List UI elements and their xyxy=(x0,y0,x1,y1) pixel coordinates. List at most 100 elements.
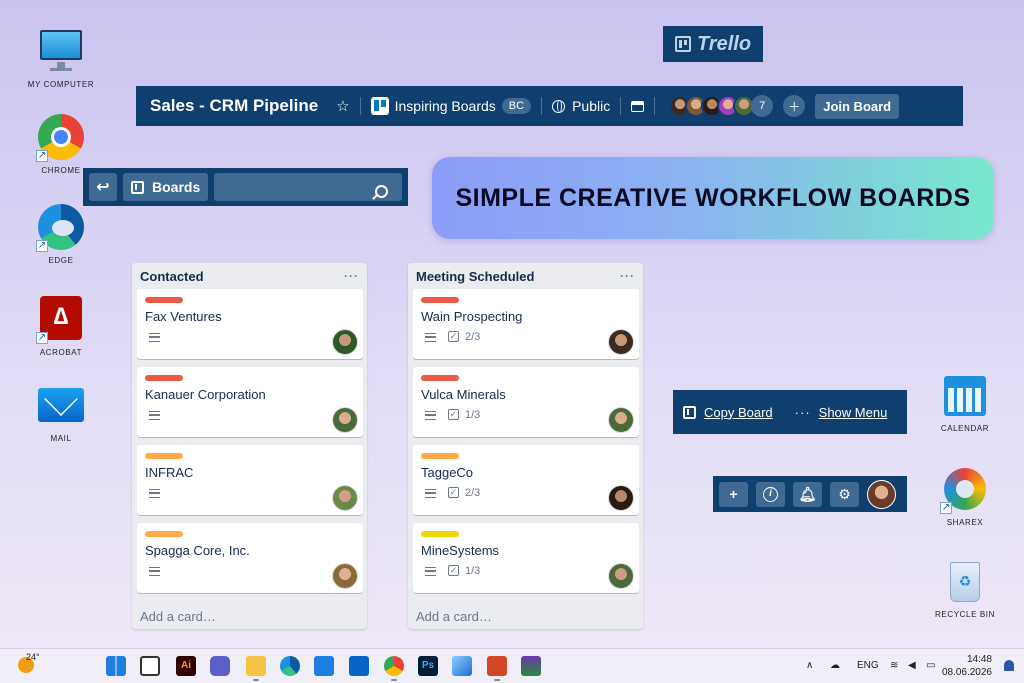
cloud-icon[interactable]: ☁ xyxy=(830,660,840,671)
windows-icon[interactable] xyxy=(106,656,126,676)
card-label[interactable] xyxy=(145,297,183,303)
list-title[interactable]: Contacted xyxy=(140,269,204,284)
card[interactable]: Fax Ventures xyxy=(137,289,363,359)
store-icon[interactable] xyxy=(314,656,334,676)
desktop-icon-chrome[interactable]: ↗ CHROME xyxy=(21,114,101,175)
chrome-icon[interactable] xyxy=(384,656,404,681)
avatar[interactable] xyxy=(332,563,358,589)
invite-member-icon[interactable]: ＋ xyxy=(783,95,806,117)
visibility-button[interactable]: Public xyxy=(572,98,610,114)
bell-icon: 🔔︎ xyxy=(798,485,817,502)
list-contacted: Contacted ··· Fax Ventures Kanauer Corpo… xyxy=(132,263,367,629)
board-header: Sales - CRM Pipeline ☆ Inspiring Boards … xyxy=(136,86,963,126)
edge-icon[interactable] xyxy=(280,656,300,676)
notifications-button[interactable]: 🔔︎ xyxy=(793,481,822,507)
avatar[interactable] xyxy=(608,485,634,511)
card[interactable]: MineSystems ✓ 1/3 xyxy=(413,523,639,593)
checklist-icon: ✓ xyxy=(448,565,459,576)
description-icon xyxy=(149,567,160,576)
back-button[interactable]: ↩ xyxy=(89,173,117,201)
member-count-badge[interactable]: 7 xyxy=(751,95,774,117)
desktop-icon-sharex[interactable]: ↗ SHAREX xyxy=(925,466,1005,527)
add-card-button[interactable]: Add a card… xyxy=(408,601,643,631)
plus-icon: + xyxy=(729,486,738,502)
list-menu-button[interactable]: ··· xyxy=(620,269,635,283)
clock[interactable]: 14:48 08.06.2026 xyxy=(942,653,992,679)
list-title[interactable]: Meeting Scheduled xyxy=(416,269,534,284)
illustrator-icon[interactable]: Ai xyxy=(176,656,196,676)
card-label[interactable] xyxy=(421,531,459,537)
sharex-icon: ↗ xyxy=(940,466,988,514)
add-button[interactable]: + xyxy=(719,481,748,507)
card[interactable]: Wain Prospecting ✓ 2/3 xyxy=(413,289,639,359)
language-indicator[interactable]: ENG xyxy=(857,660,879,671)
desktop-icon-label: MAIL xyxy=(50,434,72,443)
card-label[interactable] xyxy=(145,375,183,381)
desktop-icon-acrobat[interactable]: ∆ ↗ ACROBAT xyxy=(21,296,101,357)
clock-date: 08.06.2026 xyxy=(941,667,992,678)
teams-icon[interactable] xyxy=(210,656,230,676)
card-label[interactable] xyxy=(421,453,459,459)
card-label[interactable] xyxy=(145,453,183,459)
desktop-icon-recycle-bin[interactable]: ♻ RECYCLE BIN xyxy=(925,558,1005,619)
chevron-up-icon[interactable]: ∧ xyxy=(806,660,813,671)
description-icon xyxy=(425,489,436,498)
card[interactable]: Kanauer Corporation xyxy=(137,367,363,437)
list-header: Contacted ··· xyxy=(132,263,367,289)
card-title: Wain Prospecting xyxy=(421,309,523,324)
terminal-icon[interactable] xyxy=(140,656,160,676)
card[interactable]: Spagga Core, Inc. xyxy=(137,523,363,593)
join-board-button[interactable]: Join Board xyxy=(815,93,900,119)
avatar[interactable] xyxy=(608,329,634,355)
card[interactable]: TaggeCo ✓ 2/3 xyxy=(413,445,639,515)
settings-button[interactable]: ⚙ xyxy=(830,481,859,507)
photos-icon[interactable] xyxy=(452,656,472,676)
media-icon[interactable] xyxy=(521,656,541,676)
card-title: Vulca Minerals xyxy=(421,387,506,402)
workspace-name[interactable]: Inspiring Boards xyxy=(395,98,496,114)
info-icon: i xyxy=(763,486,778,502)
list-menu-button[interactable]: ··· xyxy=(344,269,359,283)
card-label[interactable] xyxy=(145,531,183,537)
avatar[interactable] xyxy=(332,329,358,355)
card-title: Fax Ventures xyxy=(145,309,222,324)
boards-button[interactable]: Boards xyxy=(123,173,209,201)
wifi-icon[interactable]: ≋ xyxy=(890,660,898,671)
avatar[interactable] xyxy=(608,407,634,433)
avatar[interactable] xyxy=(608,563,634,589)
info-button[interactable]: i xyxy=(756,481,785,507)
copy-board-link[interactable]: Copy Board xyxy=(704,405,773,420)
notification-bell-icon[interactable] xyxy=(1004,660,1014,671)
avatar[interactable] xyxy=(332,407,358,433)
photoshop-icon[interactable]: Ps xyxy=(418,656,438,676)
board-icon xyxy=(131,180,144,194)
description-icon xyxy=(149,489,160,498)
checklist-icon: ✓ xyxy=(448,487,459,498)
card-label[interactable] xyxy=(421,297,459,303)
card[interactable]: INFRAC xyxy=(137,445,363,515)
powerpoint-icon[interactable] xyxy=(487,656,507,681)
card-label[interactable] xyxy=(421,375,459,381)
desktop-icon-edge[interactable]: ↗ EDGE xyxy=(21,204,101,265)
show-menu-link[interactable]: Show Menu xyxy=(819,405,888,420)
checklist-count: 1/3 xyxy=(465,565,481,577)
desktop-icon-calendar[interactable]: CALENDAR xyxy=(925,372,1005,433)
star-icon[interactable]: ☆ xyxy=(336,97,349,115)
search-icon[interactable] xyxy=(375,185,388,198)
user-avatar[interactable] xyxy=(867,479,896,509)
add-card-button[interactable]: Add a card… xyxy=(132,601,367,631)
battery-icon[interactable]: ▭ xyxy=(926,660,935,671)
avatar[interactable] xyxy=(332,485,358,511)
card[interactable]: Vulca Minerals ✓ 1/3 xyxy=(413,367,639,437)
archive-icon[interactable] xyxy=(631,100,645,112)
volume-icon[interactable]: ◀ xyxy=(908,660,916,671)
calendar-icon xyxy=(942,372,988,418)
file-explorer-icon[interactable] xyxy=(246,656,266,681)
chrome-icon: ↗ xyxy=(36,114,84,162)
mail-icon[interactable] xyxy=(349,656,369,676)
desktop-icon-my-computer[interactable]: MY COMPUTER xyxy=(21,28,101,89)
board-title[interactable]: Sales - CRM Pipeline xyxy=(150,96,318,116)
description-icon xyxy=(425,411,436,420)
desktop-icon-mail[interactable]: MAIL xyxy=(21,382,101,443)
monitor-icon xyxy=(38,28,84,74)
